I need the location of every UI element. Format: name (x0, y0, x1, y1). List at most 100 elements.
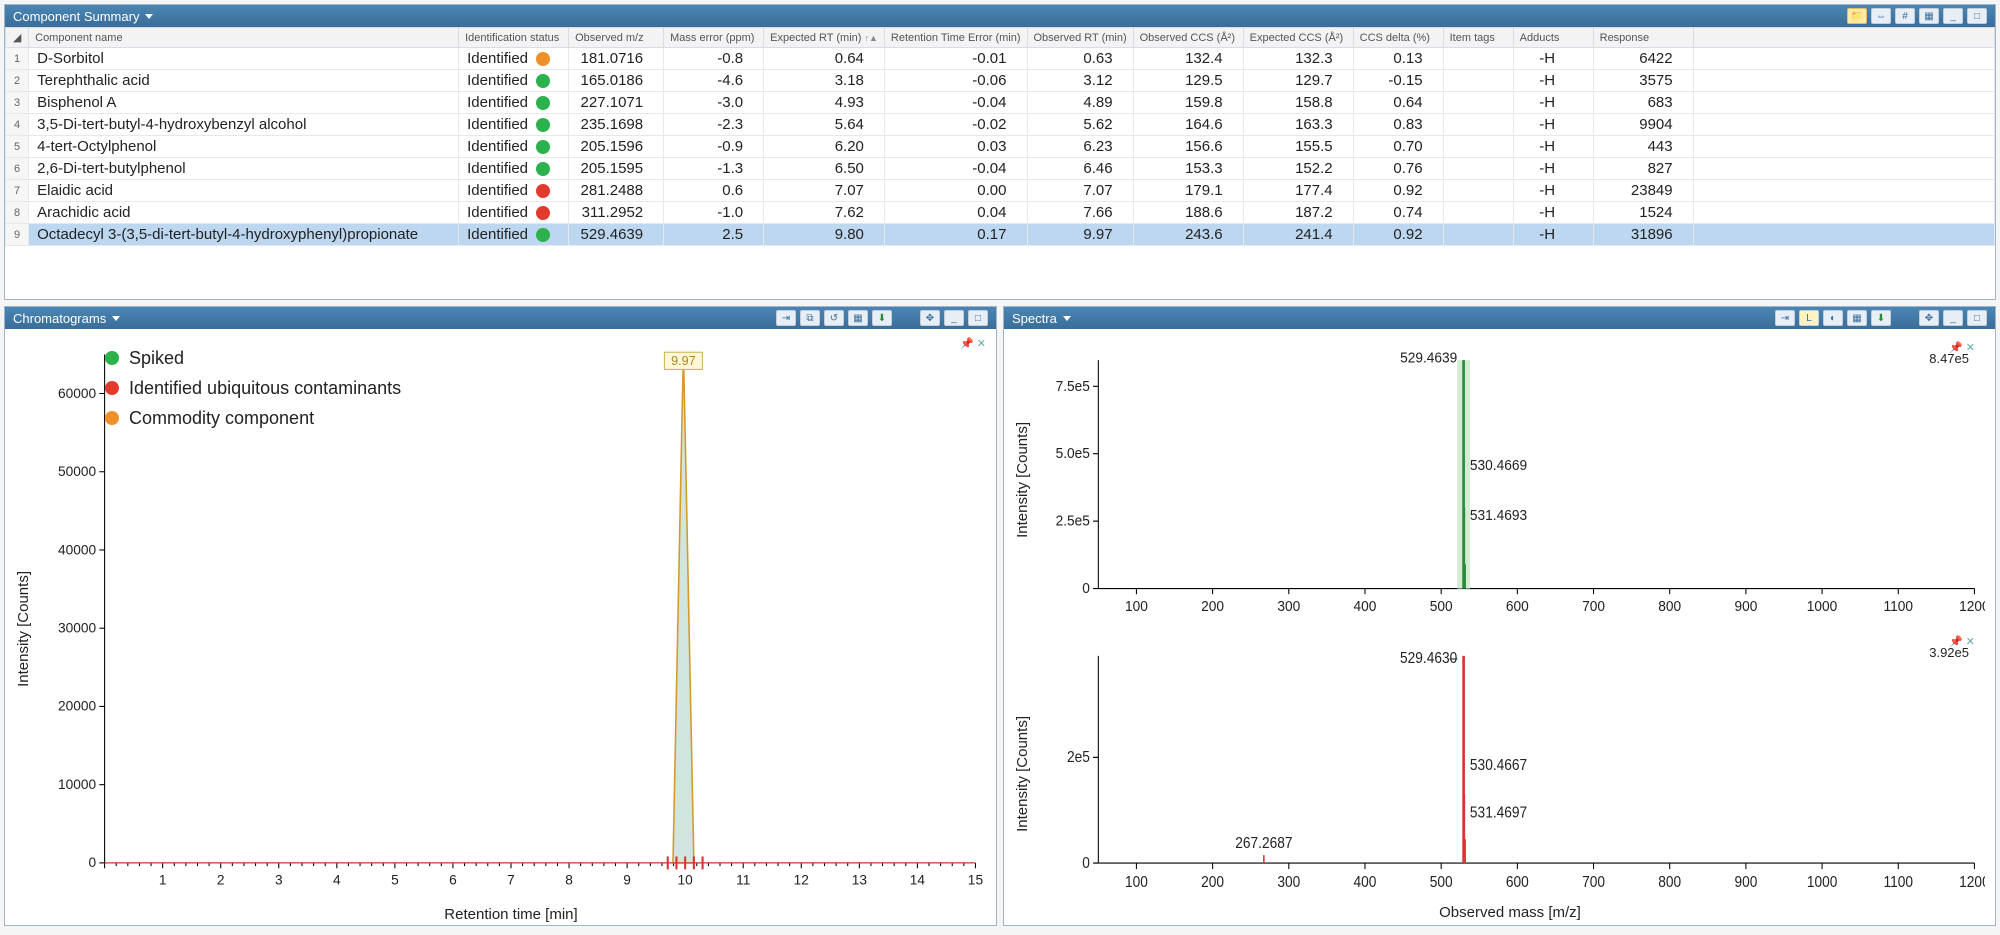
cell-status: Identified (459, 180, 569, 202)
svg-text:8: 8 (565, 871, 573, 887)
spectra-title-dropdown[interactable]: Spectra (1012, 311, 1071, 326)
table-row[interactable]: 8Arachidic acidIdentified311.2952-1.07.6… (6, 202, 1995, 224)
svg-text:600: 600 (1506, 599, 1529, 616)
col-response[interactable]: Response (1593, 28, 1693, 48)
cell-obs-rt: 5.62 (1027, 114, 1133, 136)
copy-icon[interactable]: ⧉ (800, 310, 820, 326)
status-dot-icon (536, 52, 550, 66)
cell-rt-err: 0.17 (884, 224, 1027, 246)
cell-spacer (1693, 180, 1994, 202)
col-rownum[interactable]: ◢ (6, 28, 29, 48)
cell-response: 23849 (1593, 180, 1693, 202)
cell-obs-rt: 7.66 (1027, 202, 1133, 224)
svg-text:900: 900 (1734, 874, 1757, 891)
table-icon[interactable]: ▦ (1847, 310, 1867, 326)
col-mass-err[interactable]: Mass error (ppm) (664, 28, 764, 48)
cell-obs-ccs: 243.6 (1133, 224, 1243, 246)
cell-response: 443 (1593, 136, 1693, 158)
table-icon[interactable]: ▦ (848, 310, 868, 326)
cell-obs-mz: 235.1698 (569, 114, 664, 136)
col-exp-rt[interactable]: Expected RT (min) ↑▲ (764, 28, 885, 48)
cell-ccs-delta: -0.15 (1353, 70, 1443, 92)
maximize-icon[interactable]: □ (1967, 8, 1987, 24)
cell-status: Identified (459, 48, 569, 70)
link-icon[interactable]: ⇔ (1871, 8, 1891, 24)
export-icon[interactable]: ⇥ (776, 310, 796, 326)
label-icon[interactable]: L (1799, 310, 1819, 326)
maximize-icon[interactable]: □ (968, 310, 988, 326)
maximize-icon[interactable]: □ (1967, 310, 1987, 326)
svg-text:530.4669: 530.4669 (1470, 457, 1527, 474)
table-row[interactable]: 54-tert-OctylphenolIdentified205.1596-0.… (6, 136, 1995, 158)
svg-text:5: 5 (391, 871, 399, 887)
chrom-xlabel: Retention time [min] (36, 906, 986, 923)
col-adducts[interactable]: Adducts (1513, 28, 1593, 48)
cell-adducts: -H (1513, 224, 1593, 246)
status-dot-icon (536, 118, 550, 132)
component-table: ◢ Component name Identification status O… (5, 27, 1995, 246)
excel-icon[interactable]: ⬇ (1871, 310, 1891, 326)
spectra-title: Spectra (1012, 311, 1057, 326)
chromatogram-chart[interactable]: 📌 ✕ Spiked Identified ubiquitous contami… (5, 329, 996, 925)
cell-ccs-delta: 0.13 (1353, 48, 1443, 70)
cell-obs-mz: 281.2488 (569, 180, 664, 202)
table-row[interactable]: 2Terephthalic acidIdentified165.0186-4.6… (6, 70, 1995, 92)
minimize-icon[interactable]: _ (1943, 310, 1963, 326)
move-icon[interactable]: ✥ (1919, 310, 1939, 326)
cell-name: Elaidic acid (29, 180, 459, 202)
move-icon[interactable]: ✥ (920, 310, 940, 326)
col-name[interactable]: Component name (29, 28, 459, 48)
table-row[interactable]: 62,6-Di-tert-butylphenolIdentified205.15… (6, 158, 1995, 180)
chromatograms-title-dropdown[interactable]: Chromatograms (13, 311, 120, 326)
svg-text:13: 13 (852, 871, 868, 887)
minimize-icon[interactable]: _ (1943, 8, 1963, 24)
pin-icon[interactable]: 📌 ✕ (960, 337, 986, 350)
svg-text:9.97: 9.97 (671, 353, 696, 368)
col-obs-ccs[interactable]: Observed CCS (Å²) (1133, 28, 1243, 48)
status-dot-icon (536, 162, 550, 176)
cell-rt-err: 0.00 (884, 180, 1027, 202)
cell-response: 3575 (1593, 70, 1693, 92)
export-icon[interactable]: ⇥ (1775, 310, 1795, 326)
excel-icon[interactable]: ⬇ (872, 310, 892, 326)
cell-name: 4-tert-Octylphenol (29, 136, 459, 158)
hash-icon[interactable]: # (1895, 8, 1915, 24)
chromatogram-legend: Spiked Identified ubiquitous contaminant… (105, 343, 401, 433)
folder-icon[interactable]: 📁 (1847, 8, 1867, 24)
component-table-wrap[interactable]: ◢ Component name Identification status O… (5, 27, 1995, 299)
cell-obs-mz: 311.2952 (569, 202, 664, 224)
cell-obs-ccs: 159.8 (1133, 92, 1243, 114)
col-rt-err[interactable]: Retention Time Error (min) (884, 28, 1027, 48)
col-exp-ccs[interactable]: Expected CCS (Å²) (1243, 28, 1353, 48)
table-row[interactable]: 7Elaidic acidIdentified281.24880.67.070.… (6, 180, 1995, 202)
summary-toolbar: 📁 ⇔ # ▦ _ □ (1847, 8, 1987, 24)
col-ccs-delta[interactable]: CCS delta (%) (1353, 28, 1443, 48)
minimize-icon[interactable]: _ (944, 310, 964, 326)
table-row[interactable]: 9Octadecyl 3-(3,5-di-tert-butyl-4-hydrox… (6, 224, 1995, 246)
reset-icon[interactable]: ↺ (824, 310, 844, 326)
svg-text:7.5e5: 7.5e5 (1056, 378, 1090, 395)
cell-obs-mz: 181.0716 (569, 48, 664, 70)
spectra-chart-body[interactable]: 📌 ✕ 8.47e5 Intensity [Counts] 02.5e55.0e… (1004, 329, 1995, 925)
svg-text:3: 3 (275, 871, 283, 887)
col-obs-mz[interactable]: Observed m/z (569, 28, 664, 48)
cell-adducts: -H (1513, 114, 1593, 136)
spectrum-top-max: 8.47e5 (1929, 351, 1969, 366)
spec-xlabel: Observed mass [m/z] (1035, 904, 1985, 921)
cell-status: Identified (459, 92, 569, 114)
col-tags[interactable]: Item tags (1443, 28, 1513, 48)
table-row[interactable]: 43,5-Di-tert-butyl-4-hydroxybenzyl alcoh… (6, 114, 1995, 136)
cell-tags (1443, 48, 1513, 70)
table-row[interactable]: 3Bisphenol AIdentified227.1071-3.04.93-0… (6, 92, 1995, 114)
svg-text:400: 400 (1354, 599, 1377, 616)
col-obs-rt[interactable]: Observed RT (min) (1027, 28, 1133, 48)
cell-response: 31896 (1593, 224, 1693, 246)
row-number: 9 (6, 224, 29, 246)
table-row[interactable]: 1D-SorbitolIdentified181.0716-0.80.64-0.… (6, 48, 1995, 70)
cell-name: Terephthalic acid (29, 70, 459, 92)
col-status[interactable]: Identification status (459, 28, 569, 48)
component-summary-title-dropdown[interactable]: Component Summary (13, 9, 153, 24)
grid-icon[interactable]: ▦ (1919, 8, 1939, 24)
toggle-icon[interactable]: ◐ (1823, 310, 1843, 326)
cell-adducts: -H (1513, 158, 1593, 180)
